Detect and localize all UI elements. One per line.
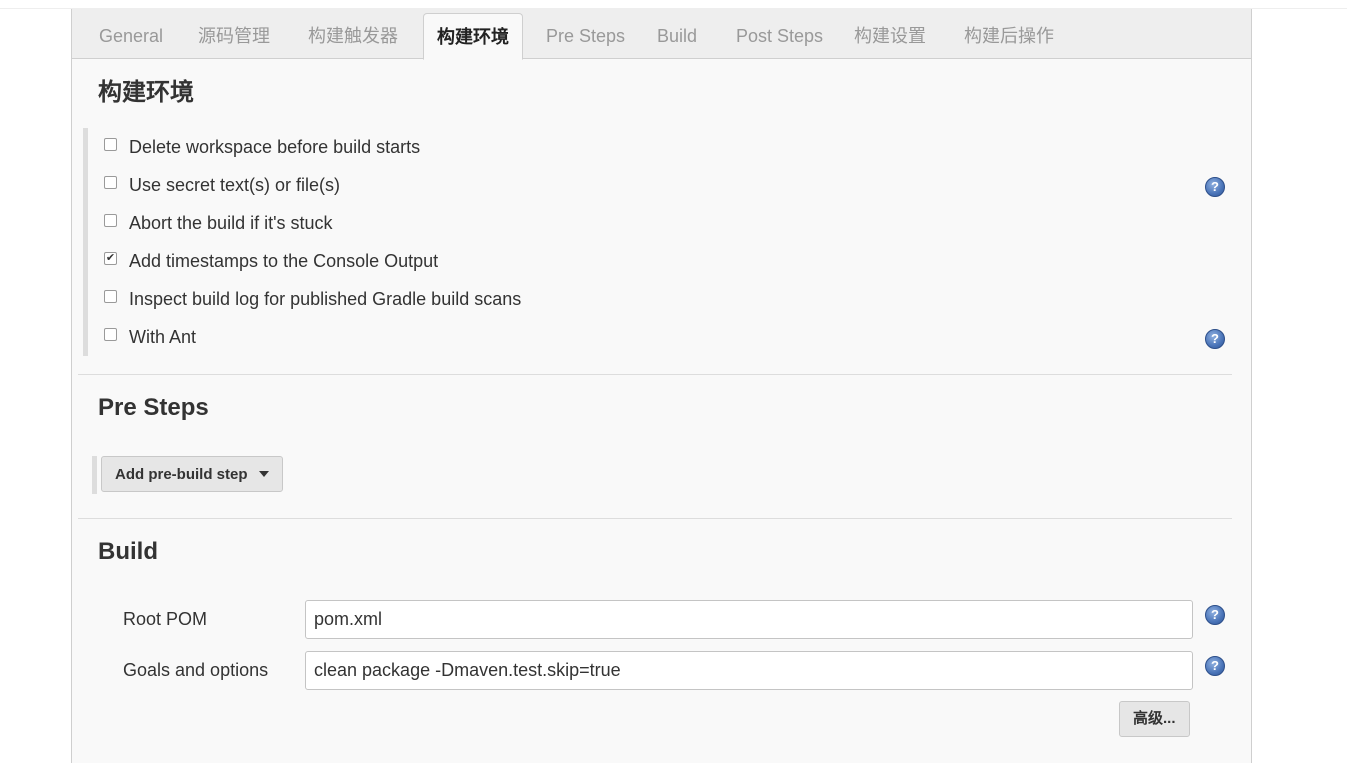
tab-post-steps[interactable]: Post Steps	[723, 13, 836, 59]
build-environment-title: 构建环境	[98, 79, 194, 106]
build-environment-options: Delete workspace before build starts Use…	[83, 128, 1233, 356]
pre-steps-container: Add pre-build step	[92, 456, 283, 494]
tab-post-build-actions[interactable]: 构建后操作	[951, 13, 1067, 59]
button-label: Add pre-build step	[115, 465, 248, 483]
checkbox[interactable]	[104, 213, 117, 227]
section-divider	[78, 518, 1232, 519]
option-abort-if-stuck[interactable]: Abort the build if it's stuck	[104, 211, 333, 235]
advanced-button[interactable]: 高级...	[1119, 701, 1190, 737]
section-divider	[78, 374, 1232, 375]
root-pom-label: Root POM	[123, 609, 208, 629]
tab-pre-steps[interactable]: Pre Steps	[533, 13, 638, 59]
help-icon[interactable]: ?	[1205, 177, 1225, 197]
option-use-secret[interactable]: Use secret text(s) or file(s)	[104, 173, 340, 197]
help-icon[interactable]: ?	[1205, 656, 1225, 676]
help-icon[interactable]: ?	[1205, 605, 1225, 625]
checkbox[interactable]	[104, 327, 117, 341]
option-label: Use secret text(s) or file(s)	[129, 174, 341, 195]
add-pre-build-step-button[interactable]: Add pre-build step	[101, 456, 283, 492]
build-title: Build	[98, 538, 158, 565]
option-label: Abort the build if it's stuck	[129, 212, 333, 233]
tab-general[interactable]: General	[86, 13, 176, 59]
option-label: Delete workspace before build starts	[129, 136, 421, 157]
goals-options-label: Goals and options	[123, 660, 269, 680]
option-add-timestamps[interactable]: ✔ Add timestamps to the Console Output	[104, 249, 438, 273]
checkbox[interactable]	[104, 289, 117, 303]
config-panel: General 源码管理 构建触发器 构建环境 Pre Steps Build …	[71, 9, 1252, 763]
top-strip	[0, 0, 1347, 9]
option-delete-workspace[interactable]: Delete workspace before build starts	[104, 135, 420, 159]
option-inspect-gradle-scans[interactable]: Inspect build log for published Gradle b…	[104, 287, 521, 311]
tab-build[interactable]: Build	[644, 13, 710, 59]
pre-steps-title: Pre Steps	[98, 394, 209, 421]
checkbox[interactable]	[104, 175, 117, 189]
help-icon[interactable]: ?	[1205, 329, 1225, 349]
tab-build-environment[interactable]: 构建环境	[423, 13, 523, 60]
option-with-ant[interactable]: With Ant	[104, 325, 196, 349]
option-label: With Ant	[129, 326, 197, 347]
goals-options-input[interactable]	[305, 651, 1193, 690]
tab-build-triggers[interactable]: 构建触发器	[295, 13, 411, 59]
tab-bar: General 源码管理 构建触发器 构建环境 Pre Steps Build …	[72, 9, 1251, 60]
caret-down-icon	[258, 471, 269, 477]
option-label: Add timestamps to the Console Output	[129, 250, 439, 271]
checkbox-checked[interactable]: ✔	[104, 251, 117, 265]
option-label: Inspect build log for published Gradle b…	[129, 288, 522, 309]
tab-build-settings[interactable]: 构建设置	[841, 13, 939, 59]
tab-source-management[interactable]: 源码管理	[185, 13, 283, 59]
checkbox[interactable]	[104, 137, 117, 151]
root-pom-input[interactable]	[305, 600, 1193, 639]
checkmark-icon: ✔	[105, 251, 116, 264]
